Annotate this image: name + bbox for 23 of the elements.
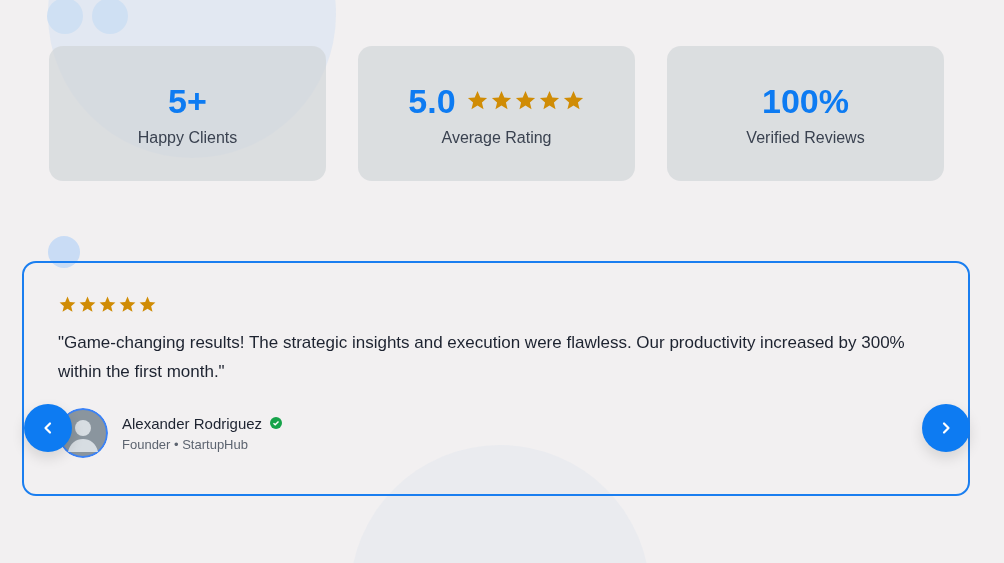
next-button[interactable] [922,404,970,452]
stat-label: Verified Reviews [746,128,865,147]
star-icon [513,89,537,112]
star-icon [58,295,77,314]
decorative-circle [47,0,83,34]
star-icon [98,295,117,314]
stat-value: 5+ [168,80,207,121]
star-icon [78,295,97,314]
star-icon [489,89,513,112]
previous-button[interactable] [24,404,72,452]
stat-label: Happy Clients [137,128,238,147]
star-icon [118,295,137,314]
testimonial-quote: "Game-changing results! The strategic insights and execution were flawless. Our productivity increased by 300% within the first month." [58,332,906,383]
star-icon [138,295,157,314]
stat-value: 100% [762,80,849,121]
stat-label: Average Rating [441,128,552,147]
decorative-circle [48,236,80,268]
author-role: Founder • StartupHub [122,436,249,452]
stat-value: 5.0 [408,80,456,121]
star-icon [537,89,561,112]
star-icon [465,89,489,112]
star-icon [561,89,585,112]
author-name: Alexander Rodriguez [122,414,263,432]
